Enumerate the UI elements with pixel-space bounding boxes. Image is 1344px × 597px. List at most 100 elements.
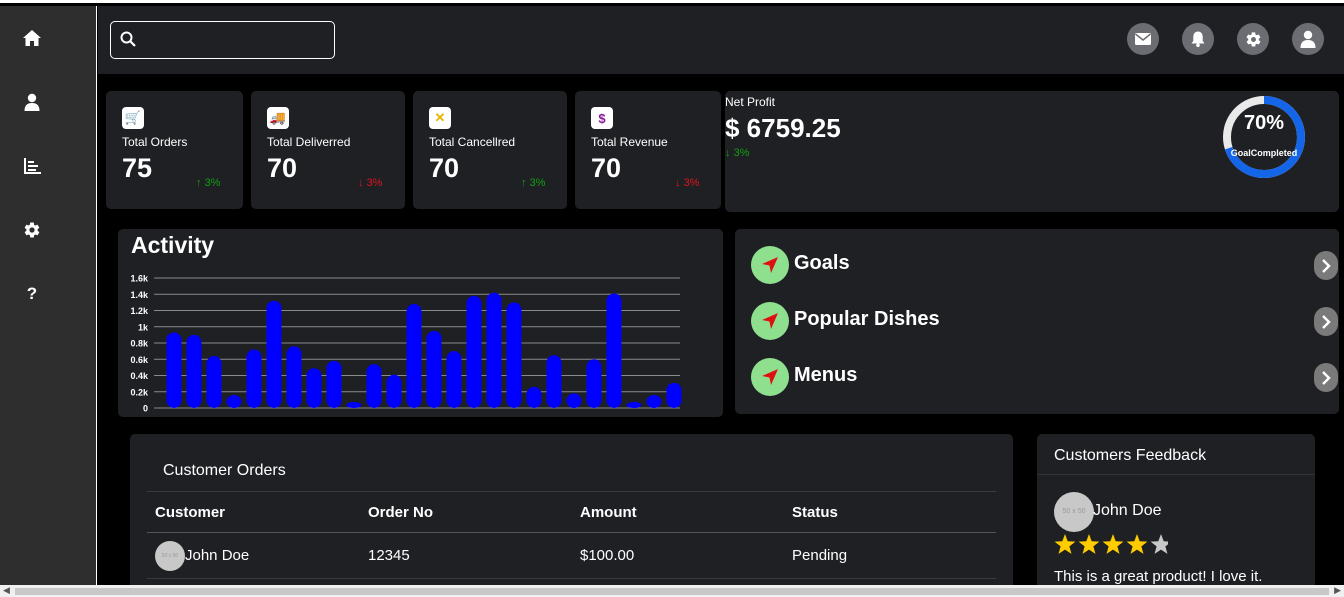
- y-tick-label: 0.4k: [130, 371, 149, 381]
- chart-bar[interactable]: [566, 393, 582, 408]
- nav-item-label: Goals: [794, 252, 850, 274]
- chart-bar[interactable]: [626, 402, 642, 408]
- chart-bar[interactable]: [486, 292, 502, 408]
- help-icon[interactable]: ?: [20, 282, 44, 306]
- rating-stars: [1054, 534, 1168, 554]
- chart-bar[interactable]: [226, 395, 242, 408]
- net-profit-label: Net Profit: [725, 95, 776, 109]
- amount-cell: $100.00: [572, 532, 784, 579]
- chart-bar[interactable]: [246, 349, 262, 409]
- orders-table: Customer Order No Amount Status 50 x 50 J…: [147, 491, 996, 579]
- divider: [1037, 474, 1315, 475]
- chart-bar[interactable]: [646, 395, 662, 408]
- nav-item-label: Popular Dishes: [794, 308, 940, 330]
- chart-bar[interactable]: [186, 334, 202, 408]
- horizontal-scrollbar[interactable]: ◀ ▶: [0, 585, 1344, 597]
- quick-links-card: Goals Popular Dishes Menus: [735, 229, 1339, 414]
- trend-down: ↓ 3%: [725, 147, 750, 159]
- user-icon: [1300, 30, 1316, 48]
- chevron-right-icon[interactable]: [1314, 251, 1338, 280]
- chart-bar[interactable]: [386, 374, 402, 408]
- chart-bar[interactable]: [586, 359, 602, 408]
- location-arrow-icon: [751, 302, 789, 340]
- chart-icon[interactable]: [20, 154, 44, 178]
- gear-icon[interactable]: [20, 218, 44, 242]
- settings-button[interactable]: [1237, 23, 1269, 55]
- bell-icon: [1191, 31, 1205, 47]
- feedback-title: Customers Feedback: [1054, 447, 1207, 464]
- cart-icon: 🛒: [122, 107, 144, 129]
- goal-percent: 70%: [1243, 112, 1285, 134]
- chart-bar[interactable]: [306, 368, 322, 408]
- y-tick-label: 1.2k: [130, 306, 149, 316]
- chevron-right-icon[interactable]: [1314, 307, 1338, 336]
- chart-bar[interactable]: [326, 360, 342, 408]
- stat-value: 70: [591, 153, 622, 183]
- trend-down: ↓ 3%: [675, 177, 700, 189]
- column-header: Amount: [572, 491, 784, 533]
- nav-item-goals[interactable]: Goals: [751, 246, 1338, 286]
- star-icon: [1102, 534, 1124, 554]
- activity-card: Activity 0 0.2k 0.4k 0.6k 0.8k 1k 1.2k 1.4k 1.6k: [118, 229, 723, 417]
- star-icon: [1126, 534, 1148, 554]
- profile-button[interactable]: [1292, 23, 1324, 55]
- chart-bar[interactable]: [286, 346, 302, 408]
- gear-icon: [1246, 31, 1260, 47]
- goal-label: GoalCompleted: [1230, 148, 1298, 158]
- top-bar: [98, 6, 1344, 74]
- trend-value: 3%: [366, 177, 383, 189]
- notifications-button[interactable]: [1182, 23, 1214, 55]
- scrollbar-thumb[interactable]: [15, 588, 1329, 595]
- scroll-right-icon[interactable]: ▶: [1334, 585, 1341, 596]
- stat-value: 70: [429, 153, 460, 183]
- nav-item-menus[interactable]: Menus: [751, 358, 1338, 398]
- stat-card-total-cancelled: ✕ Total Cancellred 70 ↑ 3%: [413, 91, 567, 209]
- dollar-icon: $: [591, 107, 613, 129]
- user-icon[interactable]: [20, 90, 44, 114]
- activity-title: Activity: [131, 232, 215, 258]
- scroll-left-icon[interactable]: ◀: [3, 585, 10, 596]
- trend-value: 3%: [733, 147, 750, 159]
- location-arrow-icon: [751, 358, 789, 396]
- chart-bar[interactable]: [346, 402, 362, 408]
- feedback-name: John Doe: [1093, 502, 1162, 519]
- customer-cell: 50 x 50 John Doe: [147, 532, 360, 579]
- net-profit-value: $ 6759.25: [725, 113, 841, 143]
- trend-down: ↓ 3%: [358, 177, 383, 189]
- avatar: 50 x 50: [1054, 492, 1094, 532]
- column-header: Order No: [360, 491, 572, 533]
- chart-bar[interactable]: [406, 304, 422, 408]
- chart-bar[interactable]: [466, 295, 482, 408]
- search-input[interactable]: [143, 28, 328, 52]
- chart-bar[interactable]: [266, 300, 282, 408]
- nav-item-popular-dishes[interactable]: Popular Dishes: [751, 302, 1338, 342]
- stat-label: Total Deliverred: [267, 135, 351, 149]
- stat-card-total-orders: 🛒 Total Orders 75 ↑ 3%: [106, 91, 243, 209]
- chart-bar[interactable]: [606, 293, 622, 408]
- table-row[interactable]: 50 x 50 John Doe 12345 $100.00 Pending: [147, 532, 996, 579]
- chart-bar[interactable]: [366, 364, 382, 408]
- trend-value: 3%: [529, 177, 546, 189]
- chart-bar[interactable]: [166, 332, 182, 408]
- app-frame: ? 🛒 Total Orders 75 ↑ 3% 🚚 Total Deliver: [0, 0, 1344, 597]
- mail-button[interactable]: [1127, 23, 1159, 55]
- y-tick-label: 0: [143, 404, 148, 414]
- home-icon[interactable]: [20, 26, 44, 50]
- chevron-right-icon[interactable]: [1314, 363, 1338, 392]
- search-box[interactable]: [110, 21, 335, 59]
- stat-value: 75: [122, 153, 153, 183]
- y-tick-label: 0.8k: [130, 339, 149, 349]
- chart-bar[interactable]: [446, 351, 462, 408]
- chart-bar[interactable]: [526, 386, 542, 408]
- trend-value: 3%: [683, 177, 700, 189]
- stat-card-total-revenue: $ Total Revenue 70 ↓ 3%: [575, 91, 721, 209]
- chart-bar[interactable]: [506, 302, 522, 408]
- chart-bar[interactable]: [206, 356, 222, 408]
- chart-bar[interactable]: [546, 355, 562, 408]
- star-icon: [1150, 534, 1168, 554]
- stat-value: 70: [267, 153, 298, 183]
- status-cell: Pending: [784, 532, 996, 579]
- chart-bar[interactable]: [426, 330, 442, 408]
- net-profit-card: Net Profit $ 6759.25 ↓ 3% 70% GoalComple…: [725, 91, 1339, 212]
- chart-bar[interactable]: [666, 382, 682, 408]
